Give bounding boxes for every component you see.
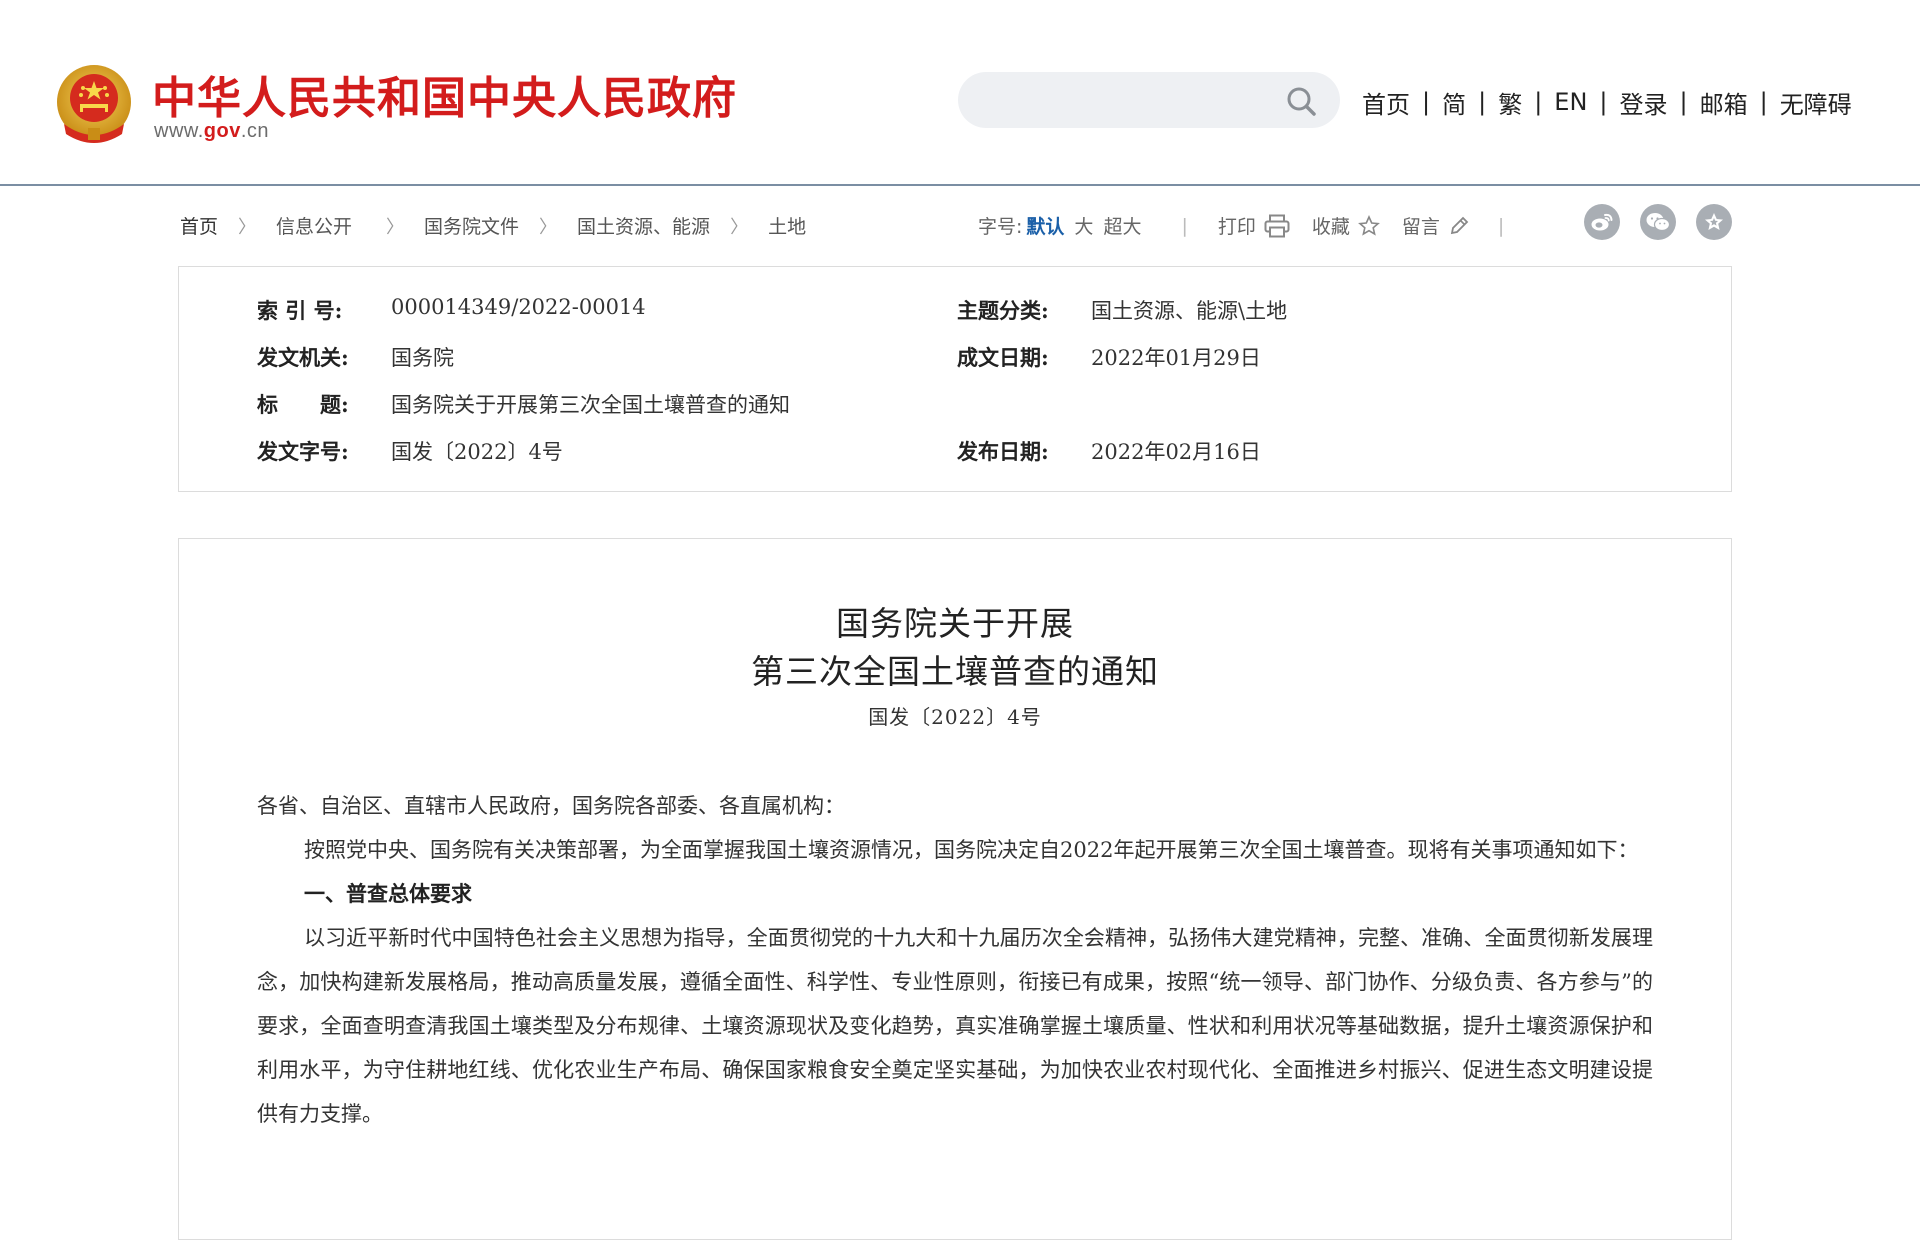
breadcrumb-land[interactable]: 土地 (768, 212, 806, 239)
nav-separator: | (1679, 88, 1688, 116)
toolbar-separator: | (1181, 214, 1188, 237)
article-salutation: 各省、自治区、直辖市人民政府，国务院各部委、各直属机构： (257, 794, 845, 818)
info-label-publish-date: 发布日期: (957, 439, 1049, 464)
weibo-share-button[interactable] (1584, 204, 1620, 240)
nav-accessibility[interactable]: 无障碍 (1780, 85, 1852, 120)
info-value-index-no: 000014349/2022-00014 (391, 295, 646, 319)
nav-separator: | (1534, 88, 1543, 116)
search-input[interactable] (982, 84, 1276, 118)
article-body: 国务院关于开展 第三次全国土壤普查的通知 国发〔2022〕4号 各省、自治区、直… (178, 538, 1732, 1240)
font-size-large[interactable]: 大 (1074, 212, 1093, 239)
star-outline-icon (1357, 214, 1380, 236)
favorites-share-button[interactable] (1696, 204, 1732, 240)
share-buttons (1584, 204, 1752, 240)
nav-separator: | (1759, 88, 1768, 116)
breadcrumb-home[interactable]: 首页 (180, 212, 218, 239)
top-nav: 首页 | 简 | 繁 | EN | 登录 | 邮箱 | 无障碍 (1362, 85, 1852, 120)
pencil-icon (1450, 216, 1469, 234)
chevron-right-icon: 〉 (539, 216, 558, 238)
favorites-icon (1705, 213, 1723, 230)
nav-separator: | (1599, 88, 1608, 116)
nav-traditional[interactable]: 繁 (1498, 85, 1522, 120)
search-box (958, 72, 1340, 128)
nav-login[interactable]: 登录 (1620, 85, 1668, 120)
weibo-icon (1591, 213, 1613, 231)
font-size-xlarge[interactable]: 超大 (1103, 212, 1141, 239)
article-doc-number: 国发〔2022〕4号 (868, 705, 1042, 729)
site-url-domain: gov (203, 120, 241, 142)
font-size-default[interactable]: 默认 (1026, 212, 1064, 239)
wechat-icon (1646, 213, 1671, 232)
info-label-doc-no: 发文字号: (257, 439, 349, 464)
wechat-share-button[interactable] (1640, 204, 1676, 240)
info-value-issuer: 国务院 (391, 346, 454, 370)
info-label-issuer: 发文机关: (257, 345, 349, 370)
info-label-subject: 主题分类: (957, 298, 1049, 323)
site-header: 中华人民共和国中央人民政府 www.gov.cn 首页 | 简 | 繁 | EN… (0, 0, 1920, 186)
info-value-subject: 国土资源、能源\土地 (1091, 299, 1288, 323)
favorite-label: 收藏 (1311, 216, 1350, 238)
printer-icon (1264, 214, 1290, 237)
info-value-written-date: 2022年01月29日 (1091, 346, 1261, 370)
nav-separator: | (1478, 88, 1487, 116)
info-label-title: 标 题: (257, 392, 349, 417)
article-text: 各省、自治区、直辖市人民政府，国务院各部委、各直属机构： 按照党中央、国务院有关… (257, 784, 1653, 1136)
chevron-right-icon: 〉 (238, 216, 257, 238)
toolbar-separator: | (1497, 214, 1505, 237)
site-url-suffix: .cn (240, 120, 270, 142)
search-icon[interactable] (1284, 84, 1318, 118)
comment-label: 留言 (1401, 216, 1440, 238)
site-url: www.gov.cn (154, 120, 269, 143)
breadcrumb-state-council-docs[interactable]: 国务院文件 (424, 212, 519, 239)
info-label-index-no: 索 引 号: (257, 298, 343, 323)
print-button[interactable]: 打印 (1218, 212, 1290, 239)
nav-mailbox[interactable]: 邮箱 (1700, 85, 1748, 120)
chevron-right-icon: 〉 (386, 216, 405, 238)
favorite-button[interactable]: 收藏 (1312, 212, 1380, 239)
info-value-doc-no: 国发〔2022〕4号 (391, 440, 563, 464)
article-title-line-2: 第三次全国土壤普查的通知 (751, 652, 1159, 691)
document-info-box: 索 引 号: 000014349/2022-00014 主题分类: 国土资源、能… (178, 266, 1732, 492)
comment-button[interactable]: 留言 (1402, 212, 1470, 239)
article-title-line-1: 国务院关于开展 (836, 604, 1074, 643)
article-paragraph: 以习近平新时代中国特色社会主义思想为指导，全面贯彻党的十九大和十九届历次全会精神… (257, 926, 1653, 1126)
nav-separator: | (1422, 88, 1431, 116)
breadcrumb-land-resources[interactable]: 国土资源、能源 (577, 212, 710, 239)
nav-home[interactable]: 首页 (1362, 85, 1410, 120)
national-emblem-icon[interactable] (56, 64, 132, 144)
site-url-prefix: www. (154, 120, 204, 142)
article-paragraph: 按照党中央、国务院有关决策部署，为全面掌握我国土壤资源情况，国务院决定自2022… (304, 838, 1639, 862)
article-section-heading: 一、普查总体要求 (304, 881, 472, 906)
breadcrumb-info-disclosure[interactable]: 信息公开 (276, 212, 352, 239)
nav-english[interactable]: EN (1554, 88, 1587, 116)
font-size-label: 字号: (978, 216, 1023, 238)
info-value-title: 国务院关于开展第三次全国土壤普查的通知 (391, 393, 790, 417)
site-title[interactable]: 中华人民共和国中央人民政府 (152, 62, 737, 126)
breadcrumb: 首页 〉 信息公开 〉 国务院文件 〉 国土资源、能源 〉 土地 (180, 212, 806, 239)
nav-simplified[interactable]: 简 (1442, 85, 1466, 120)
info-label-written-date: 成文日期: (957, 345, 1049, 370)
breadcrumb-toolbar-bar: 首页 〉 信息公开 〉 国务院文件 〉 国土资源、能源 〉 土地 字号: 默认 … (180, 204, 1732, 240)
chevron-right-icon: 〉 (730, 216, 749, 238)
info-value-publish-date: 2022年02月16日 (1091, 440, 1261, 464)
article-toolbar: 字号: 默认 大 超大 | 打印 收藏 留言 | (978, 212, 1538, 239)
print-label: 打印 (1217, 216, 1256, 238)
